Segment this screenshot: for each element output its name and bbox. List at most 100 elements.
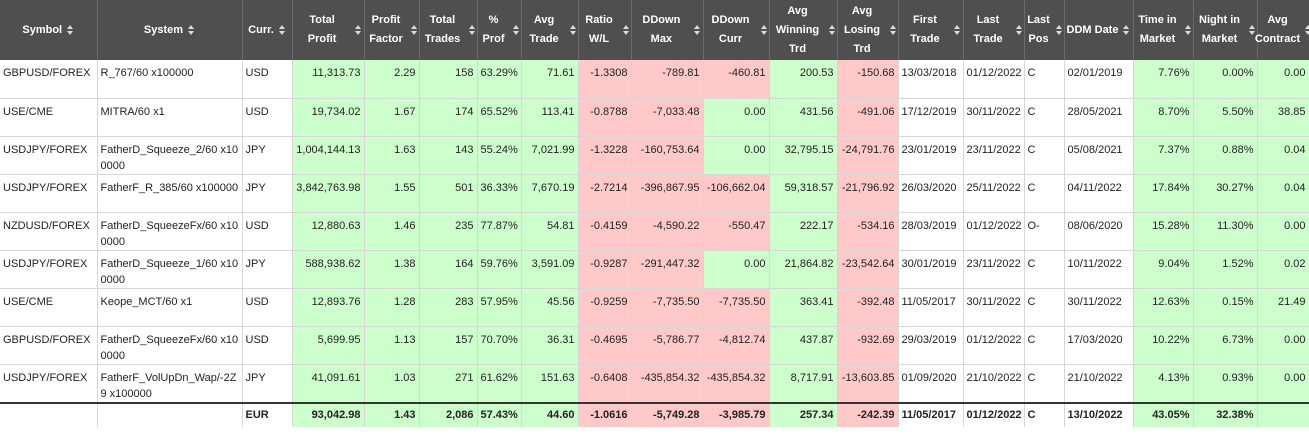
table-row[interactable]: USDJPY/FOREX FatherD_Squeeze_2/60 x100000… <box>0 136 1309 175</box>
cell-last-trade: 01/12/2022 <box>963 60 1025 99</box>
cell-symbol: USDJPY/FOREX <box>0 174 98 213</box>
column-header-content: Night in Market <box>1196 11 1255 49</box>
column-header-avg-loss[interactable]: Avg Losing Trd <box>837 0 899 60</box>
cell-curr: JPY <box>242 364 293 403</box>
cell-time-in-market: 10.22% <box>1133 326 1194 365</box>
cell-last-pos: C <box>1024 326 1065 365</box>
column-header-time-in-market[interactable]: Time in Market <box>1133 0 1194 60</box>
cell-first-trade: 17/12/2019 <box>898 98 964 137</box>
cell-avg-contract: 0.00 <box>1257 364 1309 403</box>
cell-ddm-date: 10/11/2022 <box>1064 250 1134 289</box>
total-cell-total-trades: 2,086 <box>419 401 478 427</box>
sort-arrows-icon[interactable] <box>278 25 286 35</box>
sort-arrows-icon[interactable] <box>354 25 362 35</box>
column-header-last-pos[interactable]: Last Pos <box>1024 0 1065 60</box>
cell-pct-prof: 57.95% <box>477 288 522 327</box>
column-header-label: Last Pos <box>1027 14 1050 45</box>
column-header-pct-prof[interactable]: % Prof <box>477 0 522 60</box>
column-header-symbol[interactable]: Symbol <box>0 0 98 60</box>
cell-total-trades: 271 <box>419 364 478 403</box>
sort-arrows-icon[interactable] <box>1248 25 1255 35</box>
cell-total-trades: 164 <box>419 250 478 289</box>
total-cell-time-in-market: 43.05% <box>1133 401 1194 427</box>
cell-avg-trade: 7,021.99 <box>521 136 579 175</box>
cell-time-in-market: 12.63% <box>1133 288 1194 327</box>
column-header-label: First Trade <box>910 14 940 45</box>
sort-arrows-icon[interactable] <box>512 25 519 35</box>
sort-arrows-icon[interactable] <box>1305 25 1309 35</box>
cell-system: FatherF_VolUpDn_Wap/-2Z9 x100000 <box>97 364 243 403</box>
table-row[interactable]: USE/CME Keope_MCT/60 x1 USD 12,893.76 1.28 28… <box>0 288 1309 327</box>
sort-arrows-icon[interactable] <box>410 25 417 35</box>
sort-arrows-icon[interactable] <box>954 25 961 35</box>
cell-total-trades: 143 <box>419 136 478 175</box>
total-cell-ddm-date: 13/10/2022 <box>1064 401 1134 427</box>
column-header-profit-factor[interactable]: Profit Factor <box>364 0 420 60</box>
column-header-first-trade[interactable]: First Trade <box>898 0 964 60</box>
table-row[interactable]: USDJPY/FOREX FatherD_Squeeze_1/60 x100000… <box>0 250 1309 289</box>
strategy-performance-table: Symbol System Curr. Total Profit Profit Fact… <box>0 0 1309 427</box>
sort-arrows-icon[interactable] <box>760 25 767 35</box>
column-header-avg-trade[interactable]: Avg Trade <box>521 0 579 60</box>
table-row[interactable]: GBPUSD/FOREX R_767/60 x100000 USD 11,313.73… <box>0 60 1309 99</box>
cell-first-trade: 11/05/2017 <box>898 288 964 327</box>
table-row[interactable]: USDJPY/FOREX FatherF_VolUpDn_Wap/-2Z9 x10… <box>0 364 1309 403</box>
sort-arrows-icon[interactable] <box>188 25 195 35</box>
table-row[interactable]: USE/CME MITRA/60 x1 USD 19,734.02 1.67 174 65.… <box>0 98 1309 137</box>
cell-avg-trade: 7,670.19 <box>521 174 579 213</box>
cell-last-trade: 30/11/2022 <box>963 98 1025 137</box>
table-row[interactable]: GBPUSD/FOREX FatherD_SqueezeFx/60 x100000… <box>0 326 1309 365</box>
total-cell-avg-trade: 44.60 <box>521 401 579 427</box>
total-cell-first-trade: 11/05/2017 <box>898 401 964 427</box>
total-cell-ddown-max: -5,749.28 <box>631 401 704 427</box>
table-row[interactable]: NZDUSD/FOREX FatherD_SqueezeFx/60 x100000… <box>0 212 1309 251</box>
column-header-label: Ratio W/L <box>585 14 613 45</box>
sort-arrows-icon[interactable] <box>1184 25 1191 35</box>
column-header-curr[interactable]: Curr. <box>242 0 293 60</box>
column-header-system[interactable]: System <box>97 0 243 60</box>
sort-arrows-icon[interactable] <box>622 25 629 35</box>
column-header-night-in-market[interactable]: Night in Market <box>1193 0 1258 60</box>
sort-arrows-icon[interactable] <box>1123 25 1130 35</box>
sort-arrows-icon[interactable] <box>67 25 74 35</box>
sort-arrows-icon[interactable] <box>569 25 576 35</box>
column-header-avg-win[interactable]: Avg Winning Trd <box>769 0 838 60</box>
cell-avg-contract: 0.02 <box>1257 250 1309 289</box>
cell-total-profit: 3,842,763.98 <box>292 174 365 213</box>
cell-ddown-curr: -4,812.74 <box>703 326 770 365</box>
cell-total-profit: 11,313.73 <box>292 60 365 99</box>
sort-arrows-icon[interactable] <box>468 25 475 35</box>
column-header-ddown-max[interactable]: DDown Max <box>631 0 704 60</box>
column-header-label: Total Profit <box>307 14 337 45</box>
column-header-last-trade[interactable]: Last Trade <box>963 0 1025 60</box>
column-header-label: Time in Market <box>1138 14 1177 45</box>
cell-profit-factor: 1.55 <box>364 174 420 213</box>
sort-arrows-icon[interactable] <box>1015 25 1022 35</box>
cell-avg-contract: 0.00 <box>1257 326 1309 365</box>
cell-curr: JPY <box>242 250 293 289</box>
cell-avg-trade: 113.41 <box>521 98 579 137</box>
sort-arrows-icon[interactable] <box>828 25 835 35</box>
total-cell-avg-contract <box>1257 401 1309 427</box>
total-cell-curr: EUR <box>242 401 293 427</box>
column-header-ratio-wl[interactable]: Ratio W/L <box>578 0 632 60</box>
column-header-ddm-date[interactable]: DDM Date <box>1064 0 1134 60</box>
cell-last-pos: O- <box>1024 212 1065 251</box>
column-header-avg-contract[interactable]: Avg Contract <box>1255 0 1309 60</box>
table-row[interactable]: USDJPY/FOREX FatherF_R_385/60 x100000 JPY 3… <box>0 174 1309 213</box>
cell-profit-factor: 1.63 <box>364 136 420 175</box>
cell-curr: USD <box>242 288 293 327</box>
column-header-total-profit[interactable]: Total Profit <box>292 0 365 60</box>
column-header-total-trades[interactable]: Total Trades <box>419 0 478 60</box>
cell-curr: JPY <box>242 174 293 213</box>
cell-night-in-market: 6.73% <box>1193 326 1258 365</box>
cell-time-in-market: 7.76% <box>1133 60 1194 99</box>
sort-arrows-icon[interactable] <box>1055 25 1062 35</box>
sort-arrows-icon[interactable] <box>889 25 896 35</box>
column-header-ddown-curr[interactable]: DDown Curr <box>703 0 770 60</box>
cell-last-trade: 25/11/2022 <box>963 174 1025 213</box>
cell-system: FatherD_Squeeze_2/60 x100000 <box>97 136 243 175</box>
cell-ddown-max: -789.81 <box>631 60 704 99</box>
sort-arrows-icon[interactable] <box>694 25 701 35</box>
cell-system: Keope_MCT/60 x1 <box>97 288 243 327</box>
